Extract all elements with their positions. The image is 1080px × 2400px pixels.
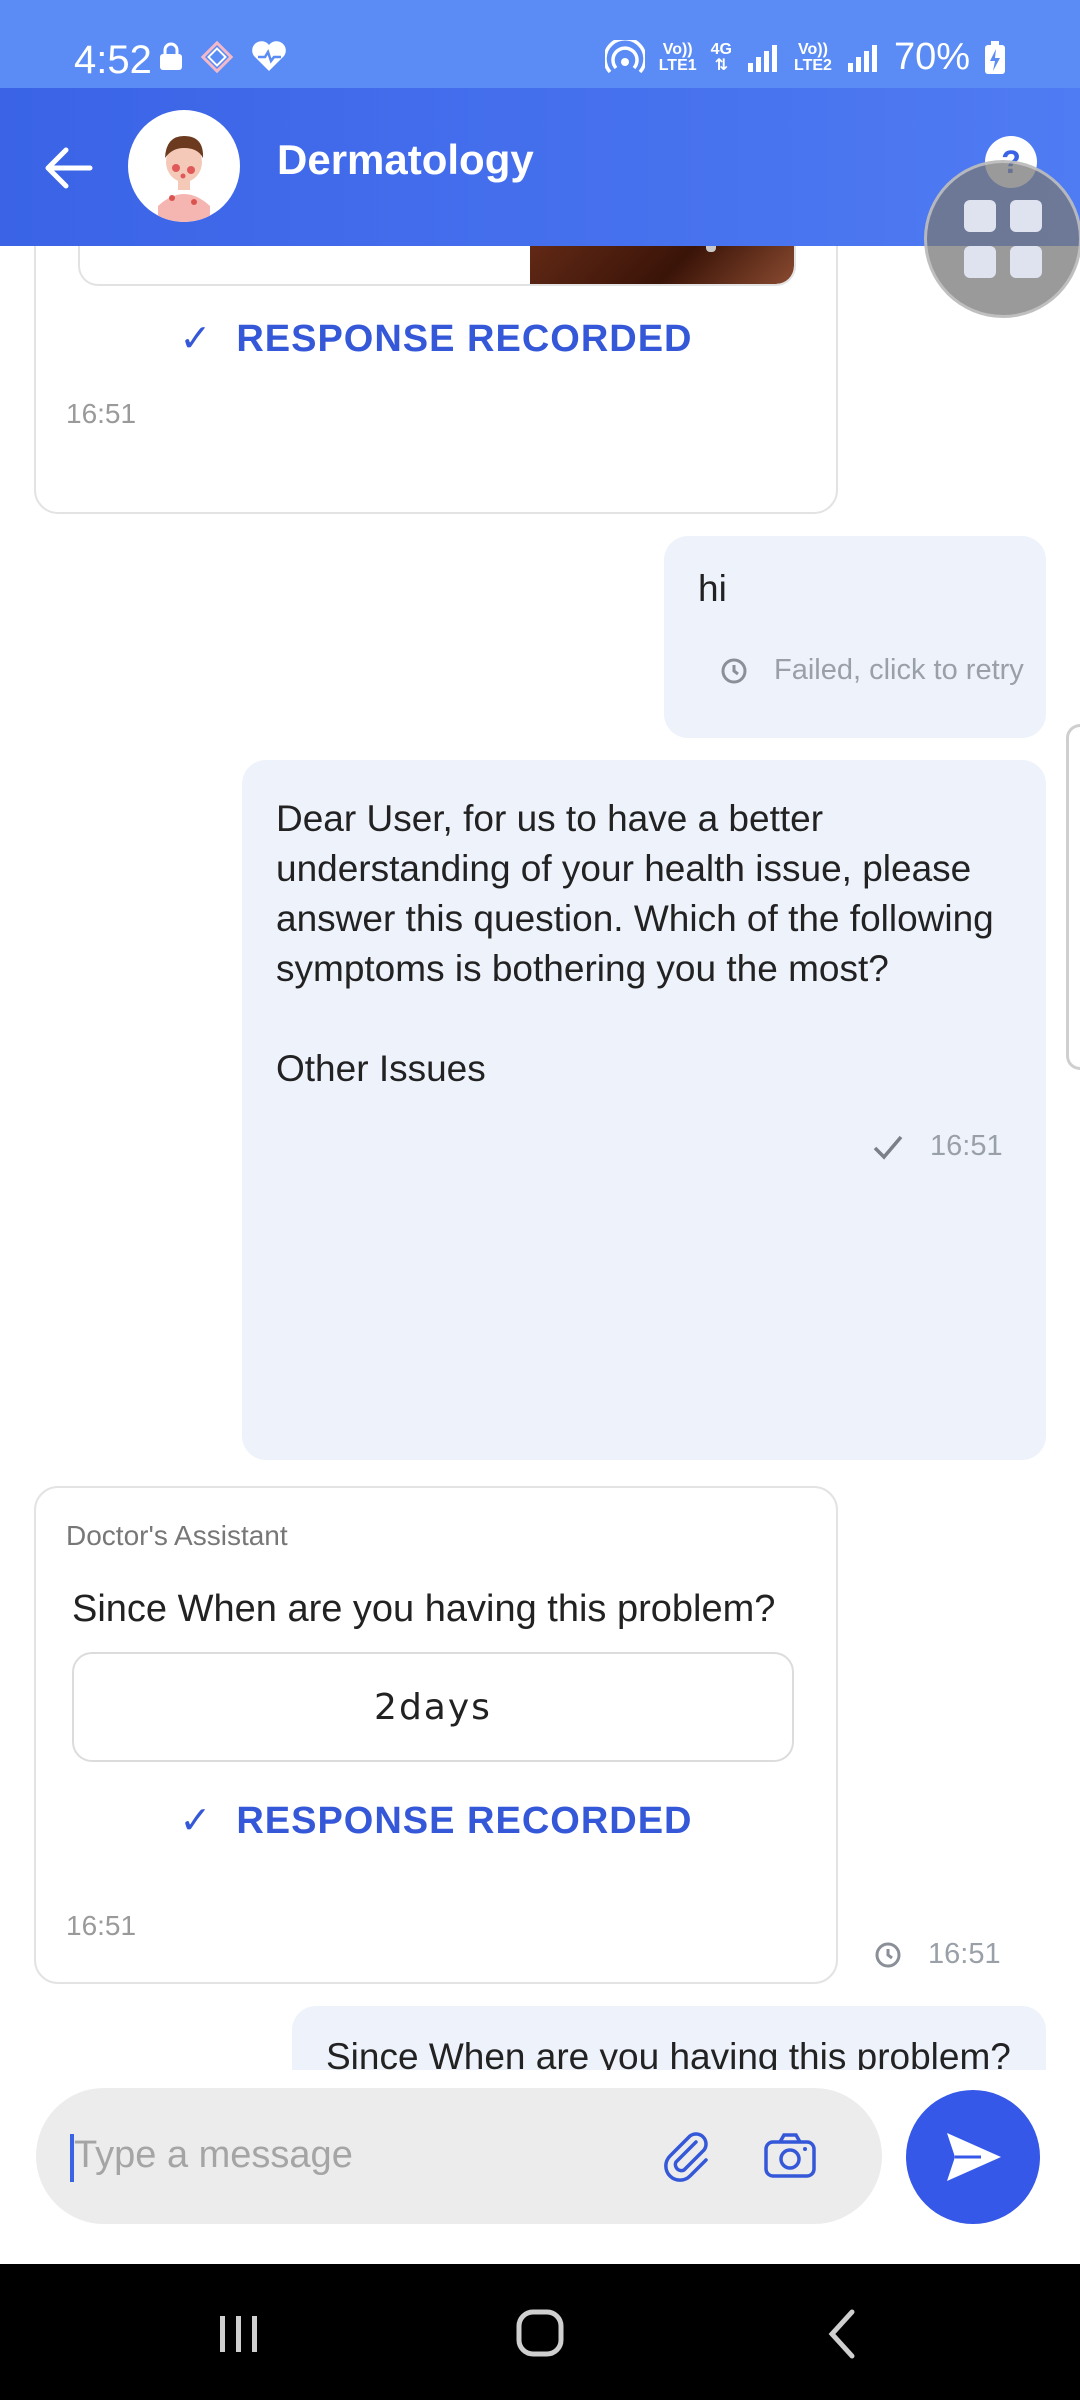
signal-icon bbox=[748, 44, 777, 72]
response-recorded-label: ✓ RESPONSE RECORDED bbox=[179, 318, 693, 360]
outgoing-message-question[interactable]: Dear User, for us to have a better under… bbox=[242, 760, 1046, 1460]
message-time: 16:51 bbox=[928, 1938, 1001, 1970]
previous-answer-box bbox=[78, 246, 796, 286]
battery-charging-icon bbox=[985, 40, 1005, 74]
lock-icon bbox=[160, 42, 182, 70]
grid-icon-cell bbox=[1010, 200, 1042, 232]
sender-name: Doctor's Assistant bbox=[66, 1520, 288, 1551]
message-text-line1: Since When are you having this problem? bbox=[326, 2036, 1011, 2070]
retry-status[interactable]: Failed, click to retry bbox=[720, 654, 1024, 687]
send-button[interactable] bbox=[906, 2090, 1040, 2224]
message-meta: 16:51 bbox=[872, 1130, 1003, 1163]
message-text: hi bbox=[698, 568, 727, 609]
clock-icon bbox=[875, 1942, 901, 1967]
hotspot-icon bbox=[604, 39, 645, 73]
message-time: 16:51 bbox=[930, 1130, 1003, 1162]
grid-icon-cell bbox=[964, 200, 996, 232]
heart-icon bbox=[252, 41, 286, 71]
grid-icon-cell bbox=[964, 246, 996, 278]
outgoing-message-hi[interactable]: hi Failed, click to retry bbox=[664, 536, 1046, 738]
message-meta: 16:51 bbox=[874, 1938, 1001, 1971]
retry-label[interactable]: Failed, click to retry bbox=[774, 654, 1024, 687]
system-navigation-bar bbox=[0, 2264, 1080, 2400]
status-system-icons: Vo)) LTE1 4G ⇅ Vo)) LTE2 70% bbox=[604, 36, 1006, 79]
app-header: Dermatology ? bbox=[0, 88, 1080, 246]
back-nav-icon[interactable] bbox=[808, 2304, 878, 2364]
assistant-question-card: Doctor's Assistant Since When are you ha… bbox=[34, 1486, 838, 1984]
page-title: Dermatology bbox=[277, 136, 534, 183]
scrollbar-handle[interactable] bbox=[1066, 724, 1080, 1070]
message-composer[interactable]: Type a message bbox=[36, 2088, 882, 2224]
network-lte2: Vo)) LTE2 bbox=[794, 40, 832, 74]
check-icon: ✓ bbox=[179, 318, 213, 360]
check-icon bbox=[873, 1135, 903, 1160]
message-time: 16:51 bbox=[66, 1910, 137, 1941]
paperclip-icon[interactable] bbox=[656, 2126, 716, 2186]
response-recorded-label: ✓ RESPONSE RECORDED bbox=[179, 1800, 693, 1842]
back-arrow-icon[interactable] bbox=[36, 134, 104, 202]
grid-icon-cell bbox=[1010, 246, 1042, 278]
message-time: 16:51 bbox=[66, 398, 137, 429]
assistant-card-previous: ✓ RESPONSE RECORDED 16:51 bbox=[34, 246, 838, 514]
app-diamond-icon bbox=[200, 40, 234, 74]
network-lte1: Vo)) LTE1 bbox=[658, 40, 697, 74]
message-input[interactable]: Type a message bbox=[74, 2134, 353, 2177]
clock-icon bbox=[721, 658, 747, 683]
question-text: Since When are you having this problem? bbox=[72, 1588, 776, 1630]
message-text: Dear User, for us to have a better under… bbox=[276, 798, 994, 989]
app-menu-grid-button[interactable] bbox=[924, 160, 1080, 318]
status-notification-icons bbox=[158, 40, 288, 74]
outgoing-message-answer[interactable]: Since When are you having this problem? … bbox=[292, 2006, 1046, 2070]
network-4g: 4G ⇅ bbox=[710, 40, 732, 74]
chat-thread[interactable]: ✓ RESPONSE RECORDED 16:51 hi Failed, clic… bbox=[0, 246, 1080, 2070]
battery-percent: 70% bbox=[893, 36, 970, 78]
send-icon bbox=[947, 2133, 1001, 2181]
answer-option-button[interactable]: 2days bbox=[72, 1652, 794, 1762]
doctor-avatar[interactable] bbox=[128, 110, 240, 222]
message-text-selected-option: Other Issues bbox=[276, 1048, 486, 1089]
home-icon[interactable] bbox=[505, 2304, 575, 2364]
camera-icon[interactable] bbox=[760, 2126, 820, 2186]
signal-icon bbox=[847, 44, 877, 72]
uploaded-photo-thumbnail[interactable] bbox=[530, 246, 794, 284]
recent-apps-icon[interactable] bbox=[204, 2304, 274, 2364]
status-bar: 4:52 Vo)) LTE1 4G ⇅ Vo)) LTE2 70% bbox=[0, 0, 1080, 88]
check-icon: ✓ bbox=[179, 1800, 213, 1842]
dermatology-avatar-icon bbox=[158, 136, 210, 222]
status-time: 4:52 bbox=[74, 38, 152, 82]
